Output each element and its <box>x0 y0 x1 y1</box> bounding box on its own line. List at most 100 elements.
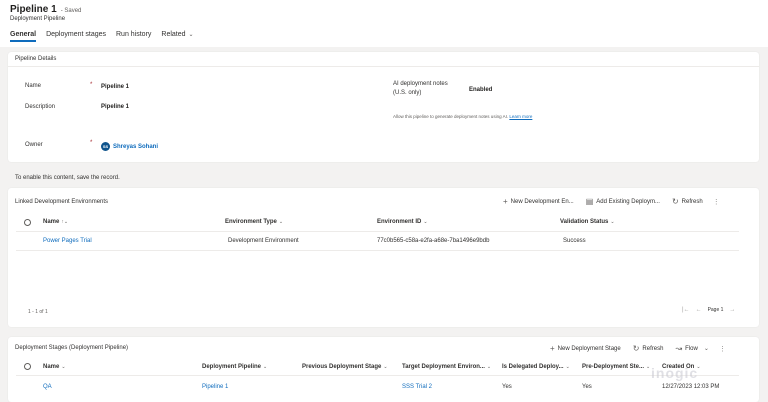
row-name-link[interactable]: QA <box>43 384 52 390</box>
first-page-icon[interactable]: |← <box>682 307 690 313</box>
refresh-icon: ↻ <box>632 344 640 353</box>
owner-field[interactable]: SS Shreyas Sohani <box>101 142 158 151</box>
row-divider <box>16 250 739 251</box>
refresh-icon: ↻ <box>671 197 679 206</box>
header-divider <box>16 375 739 376</box>
subgrid-command-bar: + New Deployment Stage ↻ Refresh ↝ Flow ⌄ ⋮ <box>538 344 726 353</box>
header-divider <box>16 231 739 232</box>
tab-list: General Deployment stages Run history Re… <box>10 31 194 42</box>
col-pre-step-label: Pre-Deployment Ste... <box>582 364 645 370</box>
ai-notes-toggle[interactable]: Enabled <box>469 87 492 93</box>
plus-icon: + <box>550 344 555 353</box>
col-id-label: Environment ID <box>377 219 422 225</box>
document-icon: ▤ <box>585 197 594 206</box>
save-notice: To enable this content, save the record. <box>15 175 120 181</box>
deployment-stages-card: Deployment Stages (Deployment Pipeline) … <box>8 337 759 402</box>
column-header-name[interactable]: Name ⌄ <box>43 364 66 370</box>
row-target-link[interactable]: SSS Trial 2 <box>402 384 432 390</box>
column-header-previous-stage[interactable]: Previous Deployment Stage ⌄ <box>302 364 388 370</box>
ai-notes-label-line1: AI deployment notes <box>393 81 448 87</box>
name-field[interactable]: Pipeline 1 <box>101 84 129 90</box>
form-header: Pipeline 1 - Saved Deployment Pipeline G… <box>0 0 768 47</box>
row-pipeline-link[interactable]: Pipeline 1 <box>202 384 228 390</box>
chevron-down-icon: ⌄ <box>61 364 66 370</box>
required-marker: * <box>90 82 93 88</box>
add-existing-button[interactable]: ▤ Add Existing Deploym... <box>586 197 660 206</box>
select-all-radio[interactable] <box>24 219 31 226</box>
row-pre-deployment-step: Yes <box>582 384 592 390</box>
ai-notes-hint: Allow this pipeline to generate deployme… <box>393 114 532 119</box>
owner-link[interactable]: Shreyas Sohani <box>113 144 158 150</box>
description-field[interactable]: Pipeline 1 <box>101 104 129 110</box>
column-header-deployment-pipeline[interactable]: Deployment Pipeline ⌄ <box>202 364 267 370</box>
sort-chevron-icon: ↑⌄ <box>61 219 69 225</box>
col-type-label: Environment Type <box>225 219 277 225</box>
refresh-button[interactable]: ↻ Refresh <box>672 197 703 206</box>
chevron-down-icon: ⌄ <box>188 32 194 38</box>
watermark-logo: inogic <box>651 365 699 381</box>
entity-name: Deployment Pipeline <box>10 16 66 22</box>
chevron-down-icon: ⌄ <box>646 364 651 370</box>
chevron-down-icon: ⌄ <box>263 364 268 370</box>
plus-icon: + <box>503 197 508 206</box>
more-options-icon[interactable]: ⋮ <box>713 198 720 206</box>
row-environment-id: 77c0b565-c58a-e2fa-a68e-7ba1496e9bdb <box>377 238 490 244</box>
divider <box>8 66 759 67</box>
chevron-down-icon: ⌄ <box>565 364 570 370</box>
subgrid-command-bar: + New Development En... ▤ Add Existing Dep… <box>491 197 720 206</box>
column-header-environment-type[interactable]: Environment Type ⌄ <box>225 219 283 225</box>
previous-page-icon[interactable]: ← <box>696 307 702 313</box>
chevron-down-icon: ⌄ <box>703 346 709 352</box>
column-header-pre-deployment-step[interactable]: Pre-Deployment Ste... ⌄ <box>582 364 650 370</box>
column-header-is-delegated[interactable]: Is Delegated Deploy... ⌄ <box>502 364 570 370</box>
subgrid-title: Linked Development Environments <box>15 199 109 205</box>
refresh-button[interactable]: ↻ Refresh <box>633 344 664 353</box>
col-pipeline-label: Deployment Pipeline <box>202 364 262 370</box>
refresh-label: Refresh <box>642 345 664 352</box>
record-count: 1 - 1 of 1 <box>28 309 48 315</box>
tab-run-history[interactable]: Run history <box>116 31 151 42</box>
tab-deployment-stages[interactable]: Deployment stages <box>46 31 106 42</box>
new-deployment-stage-button[interactable]: + New Deployment Stage <box>550 344 621 353</box>
page-number: Page 1 <box>707 307 724 313</box>
col-delegated-label: Is Delegated Deploy... <box>502 364 564 370</box>
row-is-delegated: Yes <box>502 384 512 390</box>
learn-more-link[interactable]: Learn more <box>509 114 532 119</box>
ai-notes-label-line2: (U.S. only) <box>393 90 422 96</box>
chevron-down-icon: ⌄ <box>423 219 428 225</box>
add-existing-label: Add Existing Deploym... <box>596 198 660 205</box>
new-development-environment-button[interactable]: + New Development En... <box>503 197 574 206</box>
next-page-icon[interactable]: → <box>729 307 735 313</box>
ai-hint-text: Allow this pipeline to generate deployme… <box>393 114 509 119</box>
row-validation-status: Success <box>563 238 586 244</box>
new-env-label: New Development En... <box>510 198 574 205</box>
column-header-target-environment[interactable]: Target Deployment Environ... ⌄ <box>402 364 491 370</box>
linked-environments-card: Linked Development Environments + New Dev… <box>8 188 759 327</box>
column-header-validation-status[interactable]: Validation Status ⌄ <box>560 219 615 225</box>
required-marker: * <box>90 140 93 146</box>
column-header-environment-id[interactable]: Environment ID ⌄ <box>377 219 428 225</box>
column-header-name[interactable]: Name ↑⌄ <box>43 219 68 225</box>
description-label: Description <box>25 104 56 110</box>
chevron-down-icon: ⌄ <box>278 219 284 225</box>
chevron-down-icon: ⌄ <box>383 364 388 370</box>
flow-button[interactable]: ↝ Flow ⌄ <box>675 344 708 353</box>
col-status-label: Validation Status <box>560 219 609 225</box>
tab-general[interactable]: General <box>10 31 37 42</box>
pipeline-details-card: Pipeline Details Name * Pipeline 1 Descr… <box>8 52 759 162</box>
col-name-label: Name <box>43 364 60 370</box>
subgrid-title: Deployment Stages (Deployment Pipeline) <box>15 345 129 351</box>
flow-label: Flow <box>685 345 698 352</box>
row-name-link[interactable]: Power Pages Trial <box>43 238 92 244</box>
flow-icon: ↝ <box>675 344 683 353</box>
tab-related[interactable]: Related ⌄ <box>161 31 193 42</box>
avatar: SS <box>101 142 110 151</box>
chevron-down-icon: ⌄ <box>486 364 492 370</box>
tab-related-label: Related <box>161 31 186 38</box>
col-previous-label: Previous Deployment Stage <box>302 364 382 370</box>
more-options-icon[interactable]: ⋮ <box>719 345 726 353</box>
row-environment-type: Development Environment <box>228 238 299 244</box>
title-row: Pipeline 1 - Saved <box>10 4 81 15</box>
chevron-down-icon: ⌄ <box>610 219 615 225</box>
select-all-radio[interactable] <box>24 363 31 370</box>
